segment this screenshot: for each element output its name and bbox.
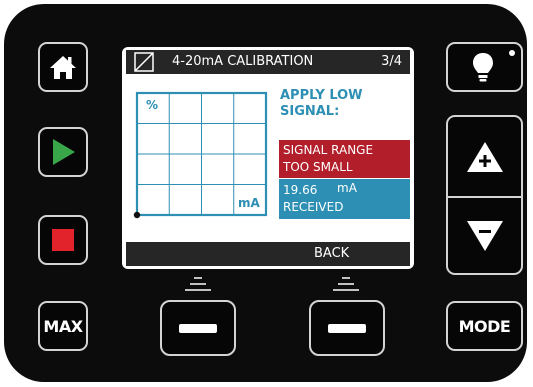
graph-x-label: mA xyxy=(238,196,260,210)
backlight-button[interactable] xyxy=(446,42,523,92)
play-button[interactable] xyxy=(38,127,88,177)
received-value: 19.66 xyxy=(283,183,318,197)
softkey-left-marker xyxy=(185,277,211,291)
down-button[interactable] xyxy=(448,198,521,273)
error-line-2: TOO SMALL xyxy=(283,160,353,174)
softkey-right-bar xyxy=(328,323,366,333)
page-indicator: 3/4 xyxy=(381,54,402,69)
stop-icon xyxy=(52,229,74,251)
home-icon xyxy=(50,56,76,79)
graph-y-label: % xyxy=(146,98,159,112)
received-label: RECEIVED xyxy=(283,200,344,214)
triangle-up-plus-icon xyxy=(466,141,503,172)
instruction-line-2: SIGNAL: xyxy=(280,104,340,119)
up-down-rocker xyxy=(446,115,523,275)
softkey-right-marker xyxy=(333,277,359,291)
lightbulb-icon xyxy=(472,53,493,82)
max-button[interactable]: MAX xyxy=(38,301,88,351)
stop-button[interactable] xyxy=(38,215,88,265)
mode-button-label: MODE xyxy=(458,316,511,336)
softkey-left[interactable] xyxy=(160,300,236,356)
calibration-icon xyxy=(134,52,154,72)
softkey-bar: BACK xyxy=(126,242,410,266)
softkey-left-bar xyxy=(179,323,217,333)
display: 4-20mA CALIBRATION 3/4 % mA APPLY LOW SI… xyxy=(126,50,410,266)
title-bar: 4-20mA CALIBRATION 3/4 xyxy=(126,50,410,74)
softkey-right[interactable] xyxy=(309,300,385,356)
play-icon xyxy=(53,139,75,165)
softkey-right-label: BACK xyxy=(314,246,350,261)
triangle-down-minus-icon xyxy=(466,220,503,251)
instruction-line-1: APPLY LOW xyxy=(280,88,363,103)
instruction-text: APPLY LOW SIGNAL: xyxy=(280,88,410,120)
received-unit: mA xyxy=(337,181,357,195)
indicator-dot xyxy=(509,50,515,56)
received-signal-box: 19.66 mA RECEIVED xyxy=(279,179,410,219)
max-button-label: MAX xyxy=(43,316,83,336)
error-message: SIGNAL RANGE TOO SMALL xyxy=(279,140,410,178)
graph-origin-marker xyxy=(133,211,141,219)
mode-button[interactable]: MODE xyxy=(446,301,523,351)
error-line-1: SIGNAL RANGE xyxy=(283,143,374,157)
up-button[interactable] xyxy=(448,117,521,196)
screen-title: 4-20mA CALIBRATION xyxy=(172,54,314,69)
home-button[interactable] xyxy=(38,42,88,92)
